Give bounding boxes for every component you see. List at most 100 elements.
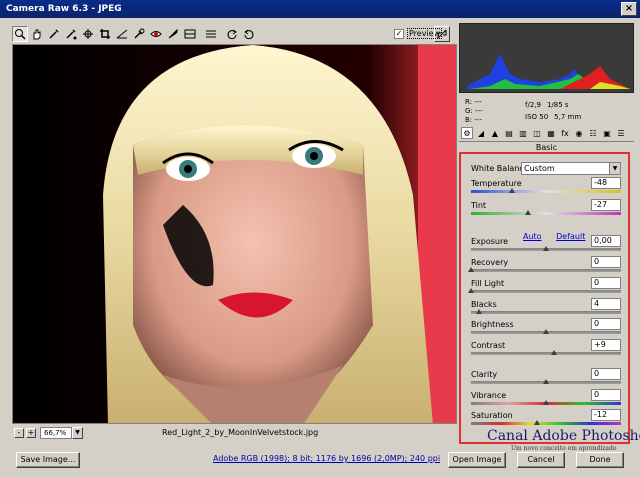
slider-thumb[interactable] bbox=[525, 210, 531, 215]
slider-thumb[interactable] bbox=[508, 188, 515, 193]
adjustment-brush-tool[interactable] bbox=[165, 26, 181, 42]
spot-removal-icon bbox=[134, 28, 145, 39]
slider-label: Clarity bbox=[471, 370, 498, 379]
hand-tool[interactable] bbox=[29, 26, 45, 42]
slider-track[interactable] bbox=[471, 212, 621, 215]
white-balance-tool[interactable] bbox=[46, 26, 62, 42]
tab-effects[interactable]: ▦ bbox=[545, 127, 557, 139]
crop-icon bbox=[100, 29, 110, 39]
portrait-photo bbox=[13, 45, 456, 423]
tab-lens[interactable]: ◫ bbox=[531, 127, 543, 139]
graduated-filter-icon bbox=[184, 29, 196, 39]
workflow-options-link[interactable]: Adobe RGB (1998); 8 bit; 1176 by 1696 (2… bbox=[213, 454, 440, 463]
tab-basic[interactable]: ⚙ bbox=[461, 127, 473, 139]
slider-track[interactable] bbox=[471, 269, 621, 272]
camera-raw-window: Camera Raw 6.3 - JPEG × ✓ Preview - + 66… bbox=[0, 0, 640, 478]
fullscreen-button[interactable] bbox=[434, 26, 450, 42]
slider-thumb[interactable] bbox=[543, 246, 549, 251]
tab-tone-curve[interactable]: ◢ bbox=[475, 127, 487, 139]
preferences-tool[interactable] bbox=[203, 26, 219, 42]
rotate-right-tool[interactable] bbox=[241, 26, 257, 42]
red-eye-tool[interactable] bbox=[148, 26, 164, 42]
b-label: B: bbox=[465, 116, 473, 124]
target-adjust-tool[interactable] bbox=[80, 26, 96, 42]
tab-split-toning[interactable]: ▥ bbox=[517, 127, 529, 139]
preferences-icon bbox=[206, 30, 216, 38]
save-image-button[interactable]: Save Image... bbox=[16, 452, 80, 468]
spot-removal-tool[interactable] bbox=[131, 26, 147, 42]
slider-value-field[interactable]: -48 bbox=[591, 177, 621, 189]
slider-thumb[interactable] bbox=[543, 379, 549, 384]
color-sampler-icon bbox=[66, 29, 77, 40]
slider-label: Temperature bbox=[471, 179, 522, 188]
slider-value-field[interactable]: +9 bbox=[591, 339, 621, 351]
slider-temperature: Temperature -48 bbox=[461, 177, 632, 201]
tab-snapshots[interactable]: ▣ bbox=[601, 127, 613, 139]
slider-label: Vibrance bbox=[471, 391, 507, 400]
r-value: --- bbox=[474, 98, 482, 106]
tab-detail[interactable]: ▲ bbox=[489, 127, 501, 139]
zoom-dropdown[interactable]: ▼ bbox=[72, 427, 83, 439]
red-eye-icon bbox=[150, 31, 162, 37]
zoom-tool[interactable] bbox=[12, 26, 28, 42]
slider-label: Recovery bbox=[471, 258, 509, 267]
g-value: --- bbox=[475, 107, 483, 115]
slider-thumb[interactable] bbox=[475, 309, 482, 314]
slider-label: Contrast bbox=[471, 341, 506, 350]
slider-track[interactable] bbox=[471, 311, 621, 314]
slider-label: Brightness bbox=[471, 320, 514, 329]
crop-tool[interactable] bbox=[97, 26, 113, 42]
slider-value-field[interactable]: 0 bbox=[591, 368, 621, 380]
white-balance-value: Custom bbox=[524, 164, 555, 173]
straighten-tool[interactable] bbox=[114, 26, 130, 42]
white-balance-select[interactable]: Custom ▼ bbox=[521, 162, 621, 175]
preview-checkbox[interactable]: ✓ bbox=[394, 28, 404, 39]
straighten-icon bbox=[116, 29, 128, 39]
white-balance-icon bbox=[49, 29, 59, 39]
tab-fx[interactable]: fx bbox=[559, 127, 571, 139]
tab-menu[interactable]: ☰ bbox=[615, 127, 627, 139]
slider-value-field[interactable]: 0 bbox=[591, 256, 621, 268]
slider-track[interactable] bbox=[471, 290, 621, 293]
zoom-in-button[interactable]: + bbox=[26, 428, 36, 438]
slider-thumb[interactable] bbox=[468, 267, 474, 272]
slider-thumb[interactable] bbox=[543, 329, 549, 334]
zoom-bar: - + 66,7% ▼ Red_Light_2_by_MoonInVelvets… bbox=[12, 426, 457, 440]
slider-track[interactable] bbox=[471, 422, 621, 425]
b-value: --- bbox=[474, 116, 482, 124]
zoom-out-button[interactable]: - bbox=[14, 428, 24, 438]
slider-value-field[interactable]: 0 bbox=[591, 318, 621, 330]
target-adjust-icon bbox=[83, 29, 93, 39]
zoom-level[interactable]: 66,7% bbox=[40, 427, 72, 439]
tab-camera-calibration[interactable]: ◉ bbox=[573, 127, 585, 139]
slider-value-field[interactable]: -12 bbox=[591, 409, 621, 421]
r-label: R: bbox=[465, 98, 473, 106]
slider-tint: Tint -27 bbox=[461, 199, 632, 223]
rgb-values: R: --- G: --- B: --- bbox=[465, 98, 483, 125]
close-button[interactable]: × bbox=[621, 2, 637, 16]
basic-panel: White Balance: Custom ▼ Auto Default Tem… bbox=[459, 152, 630, 444]
slider-thumb[interactable] bbox=[468, 288, 474, 293]
camera-readout: R: --- G: --- B: --- f/2,9 1/85 s ISO 50 5… bbox=[459, 96, 634, 124]
slider-thumb[interactable] bbox=[534, 420, 540, 425]
slider-thumb[interactable] bbox=[543, 400, 549, 405]
slider-value-field[interactable]: 0 bbox=[591, 277, 621, 289]
zoom-icon bbox=[15, 29, 26, 40]
title-bar: Camera Raw 6.3 - JPEG × bbox=[0, 0, 640, 18]
slider-label: Tint bbox=[471, 201, 487, 210]
slider-value-field[interactable]: 0,00 bbox=[591, 235, 621, 247]
slider-track[interactable] bbox=[471, 190, 621, 193]
rotate-left-tool[interactable] bbox=[224, 26, 240, 42]
tab-hsl[interactable]: ▤ bbox=[503, 127, 515, 139]
slider-value-field[interactable]: 0 bbox=[591, 389, 621, 401]
window-title: Camera Raw 6.3 - JPEG bbox=[6, 4, 122, 14]
slider-label: Saturation bbox=[471, 411, 513, 420]
image-preview[interactable] bbox=[12, 44, 457, 424]
slider-value-field[interactable]: -27 bbox=[591, 199, 621, 211]
slider-thumb[interactable] bbox=[550, 350, 557, 355]
slider-value-field[interactable]: 4 bbox=[591, 298, 621, 310]
slider-track[interactable] bbox=[471, 352, 621, 355]
tab-presets[interactable]: ☷ bbox=[587, 127, 599, 139]
color-sampler-tool[interactable] bbox=[63, 26, 79, 42]
graduated-filter-tool[interactable] bbox=[182, 26, 198, 42]
